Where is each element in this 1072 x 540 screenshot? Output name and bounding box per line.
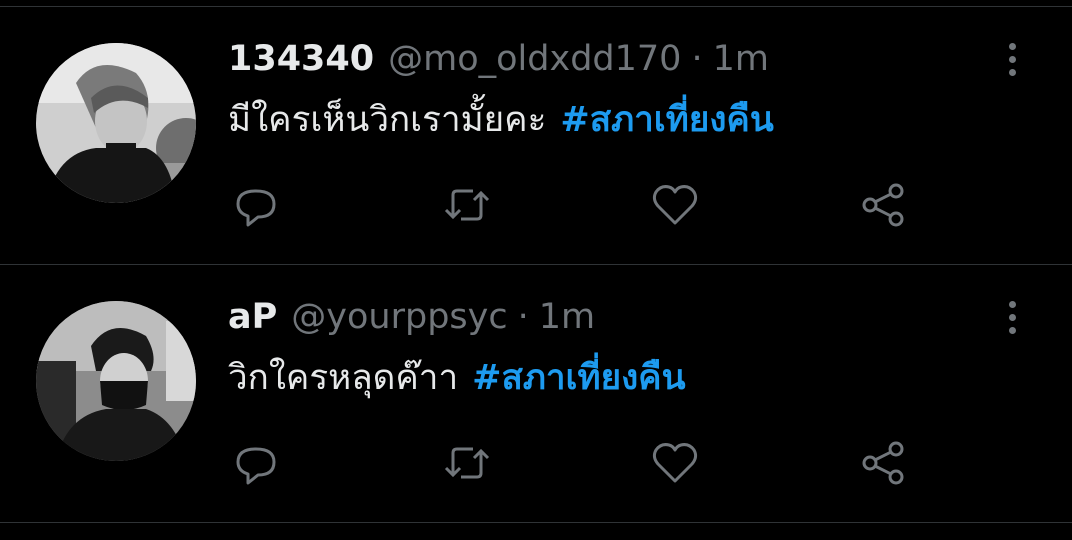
tweet-body: มีใครเห็นวิกเรามั้ยคะ [228,100,547,140]
tweet-text: วิกใครหลุดค๊าา #สภาเที่ยงคืน [228,353,686,403]
share-button[interactable] [856,177,912,233]
handle[interactable]: @yourppsyc [291,295,507,339]
tweet-header: 134340 @mo_oldxdd170 · 1m [228,37,769,81]
tweet-actions [0,177,1072,233]
separator-dot: · [691,39,703,79]
more-vertical-icon [1008,300,1016,308]
tweet-actions [0,435,1072,491]
hashtag-link[interactable]: #สภาเที่ยงคืน [560,100,773,140]
tweet-2[interactable]: aP @yourppsyc · 1m วิกใครหลุดค๊าา #สภาเที… [0,265,1072,523]
display-name[interactable]: aP [228,295,277,339]
reply-icon [236,189,276,227]
bottom-divider [0,522,1072,523]
timestamp[interactable]: 1m [539,295,595,339]
more-options-button[interactable] [1000,37,1024,81]
reply-button[interactable] [228,177,284,233]
hashtag-link[interactable]: #สภาเที่ยงคืน [472,358,685,398]
share-icon [862,183,904,227]
like-button[interactable] [647,435,703,491]
display-name[interactable]: 134340 [228,37,374,81]
retweet-icon [444,447,490,479]
tweet-text: มีใครเห็นวิกเรามั้ยคะ #สภาเที่ยงคืน [228,95,774,145]
handle[interactable]: @mo_oldxdd170 [388,37,681,81]
timestamp[interactable]: 1m [713,37,769,81]
tweet-header: aP @yourppsyc · 1m [228,295,595,339]
more-options-button[interactable] [1000,295,1024,339]
retweet-icon [444,189,490,221]
more-vertical-icon [1008,42,1016,50]
separator-dot: · [517,297,529,337]
share-icon [862,441,904,485]
tweet-body: วิกใครหลุดค๊าา [228,358,459,398]
like-button[interactable] [647,177,703,233]
share-button[interactable] [856,435,912,491]
heart-icon [652,185,698,225]
tweet-1[interactable]: 134340 @mo_oldxdd170 · 1m มีใครเห็นวิกเร… [0,7,1072,265]
retweet-button[interactable] [439,177,495,233]
retweet-button[interactable] [439,435,495,491]
reply-button[interactable] [228,435,284,491]
reply-icon [236,447,276,485]
heart-icon [652,443,698,483]
